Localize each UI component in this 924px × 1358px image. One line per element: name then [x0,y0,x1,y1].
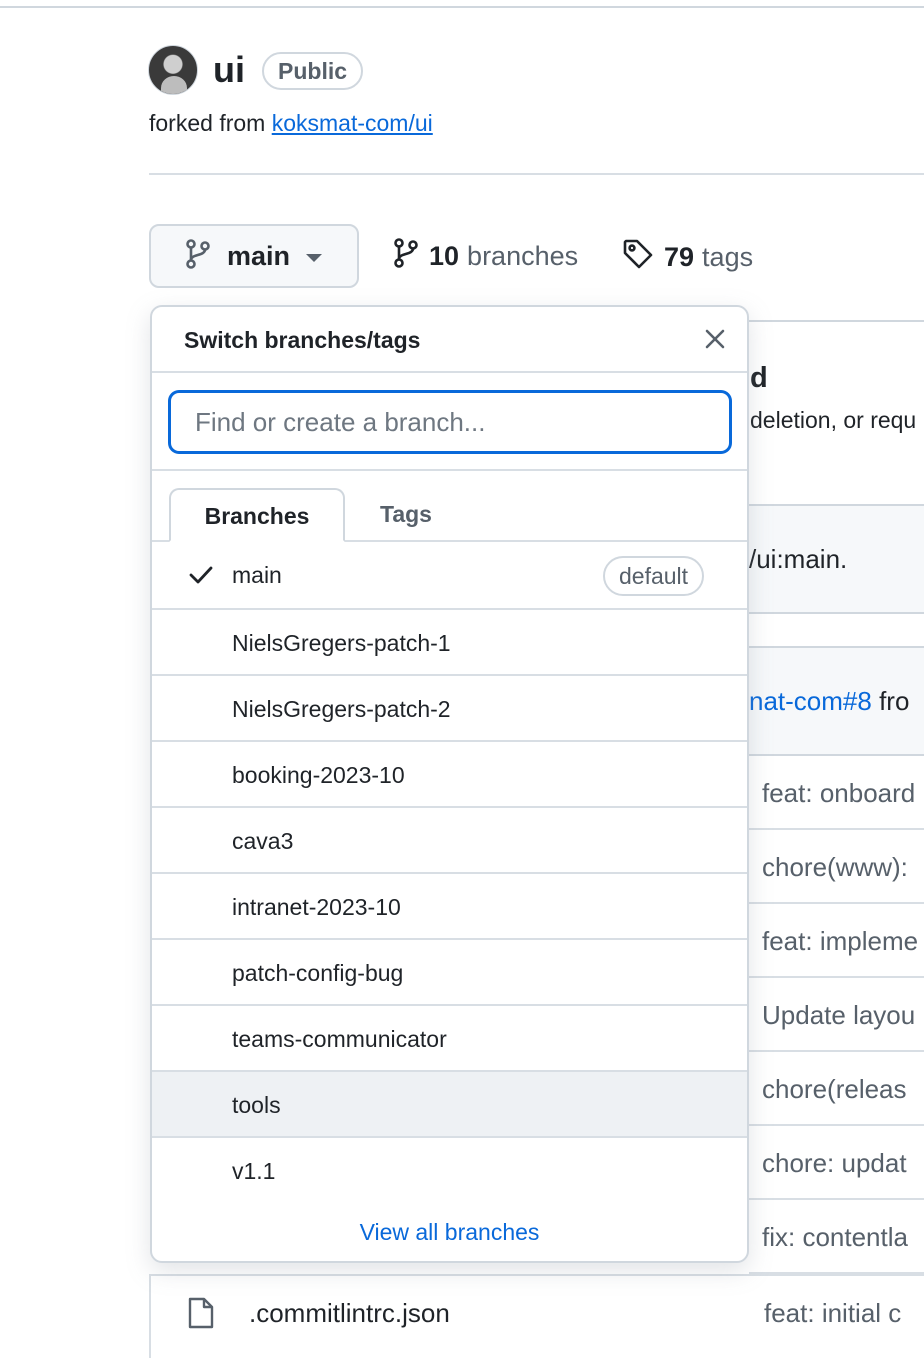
branch-item[interactable]: patch-config-bug [152,940,747,1006]
default-badge: default [603,556,705,596]
branch-name: patch-config-bug [232,960,404,986]
branch-tag-tabs: Branches Tags [152,488,747,542]
current-branch-label: main [227,240,291,271]
background-panel [749,320,924,470]
pr-link[interactable]: nat-com#8 [749,686,872,716]
branch-name: NielsGregers-patch-2 [232,696,451,722]
branch-item[interactable]: cava3 [152,808,747,874]
file-row[interactable]: .commitlintrc.json feat: initial c [149,1274,924,1348]
top-border [0,6,924,8]
branch-item[interactable]: booking-2023-10 [152,742,747,808]
branch-list: main default NielsGregers-patch-1 NielsG… [152,542,747,1204]
latest-commit-band: nat-com#8 fro [749,646,924,756]
commit-message[interactable]: chore: updat [762,1148,907,1179]
branch-item[interactable]: tools [152,1072,747,1138]
sync-status-text: /ui:main. [749,544,848,574]
header-divider [149,173,924,175]
branch-name: booking-2023-10 [232,762,405,788]
branch-item[interactable]: NielsGregers-patch-2 [152,676,747,742]
sync-status-band: /ui:main. [749,504,924,614]
branch-name: teams-communicator [232,1026,447,1052]
file-row[interactable]: chore(releas [749,1052,924,1126]
tag-icon [622,238,654,277]
forked-prefix: forked from [149,110,266,136]
tags-count: 79 [664,242,695,272]
commit-message[interactable]: feat: initial c [764,1298,901,1329]
forked-source-link[interactable]: koksmat-com/ui [272,110,433,136]
branch-switcher-dropdown: Switch branches/tags Branches Tags main … [150,305,749,1263]
repo-name[interactable]: ui [213,50,245,90]
owner-avatar[interactable] [148,45,198,95]
branch-name: intranet-2023-10 [232,894,401,920]
branch-item[interactable]: NielsGregers-patch-1 [152,610,747,676]
branch-name: cava3 [232,828,294,854]
branch-name: v1.1 [232,1158,276,1184]
forked-from: forked from koksmat-com/ui [149,109,433,137]
file-name[interactable]: .commitlintrc.json [249,1298,450,1329]
branch-search-input[interactable] [169,391,731,453]
table-border [149,1348,151,1358]
tab-branches[interactable]: Branches [169,488,345,542]
file-row[interactable]: Update layou [749,978,924,1052]
branch-name: tools [232,1092,281,1118]
visibility-badge: Public [262,52,364,90]
git-branch-icon [393,238,419,275]
file-icon [187,1296,215,1335]
background-panel-title: d [750,362,768,394]
file-row[interactable]: feat: impleme [749,904,924,978]
latest-commit-rest: fro [871,686,910,716]
branch-name: NielsGregers-patch-1 [232,630,451,656]
branch-item[interactable]: teams-communicator [152,1006,747,1072]
chevron-down-icon [306,254,323,262]
commit-message[interactable]: chore(releas [762,1074,907,1105]
latest-commit-text: nat-com#8 fro [749,686,909,717]
tags-label: tags [702,242,754,272]
branches-count: 10 [429,241,460,271]
file-row[interactable]: chore(www): [749,830,924,904]
dropdown-header: Switch branches/tags [152,307,747,373]
file-row[interactable]: fix: contentla [749,1200,924,1274]
commit-message[interactable]: feat: onboard [762,778,915,809]
close-icon[interactable] [703,327,727,356]
branches-link[interactable]: 10 branches [393,238,578,275]
branch-item-main[interactable]: main default [152,542,747,610]
branch-item[interactable]: intranet-2023-10 [152,874,747,940]
dropdown-title: Switch branches/tags [184,327,421,353]
branches-label: branches [467,241,579,271]
branch-item[interactable]: v1.1 [152,1138,747,1204]
commit-message[interactable]: chore(www): [762,852,908,883]
branch-name: main [232,562,282,588]
commit-message[interactable]: Update layou [762,1000,915,1031]
commit-message[interactable]: fix: contentla [762,1222,908,1253]
file-row[interactable]: feat: onboard [749,756,924,830]
check-icon [188,564,214,591]
tags-link[interactable]: 79 tags [622,238,753,277]
search-divider [152,469,747,471]
background-panel-subtitle: deletion, or requ [750,407,917,433]
view-all-branches-link[interactable]: View all branches [152,1219,747,1246]
file-row[interactable]: chore: updat [749,1126,924,1200]
git-branch-icon [185,238,211,274]
branch-select-button[interactable]: main [149,224,359,288]
tab-tags[interactable]: Tags [346,488,466,542]
commit-message[interactable]: feat: impleme [762,926,918,957]
